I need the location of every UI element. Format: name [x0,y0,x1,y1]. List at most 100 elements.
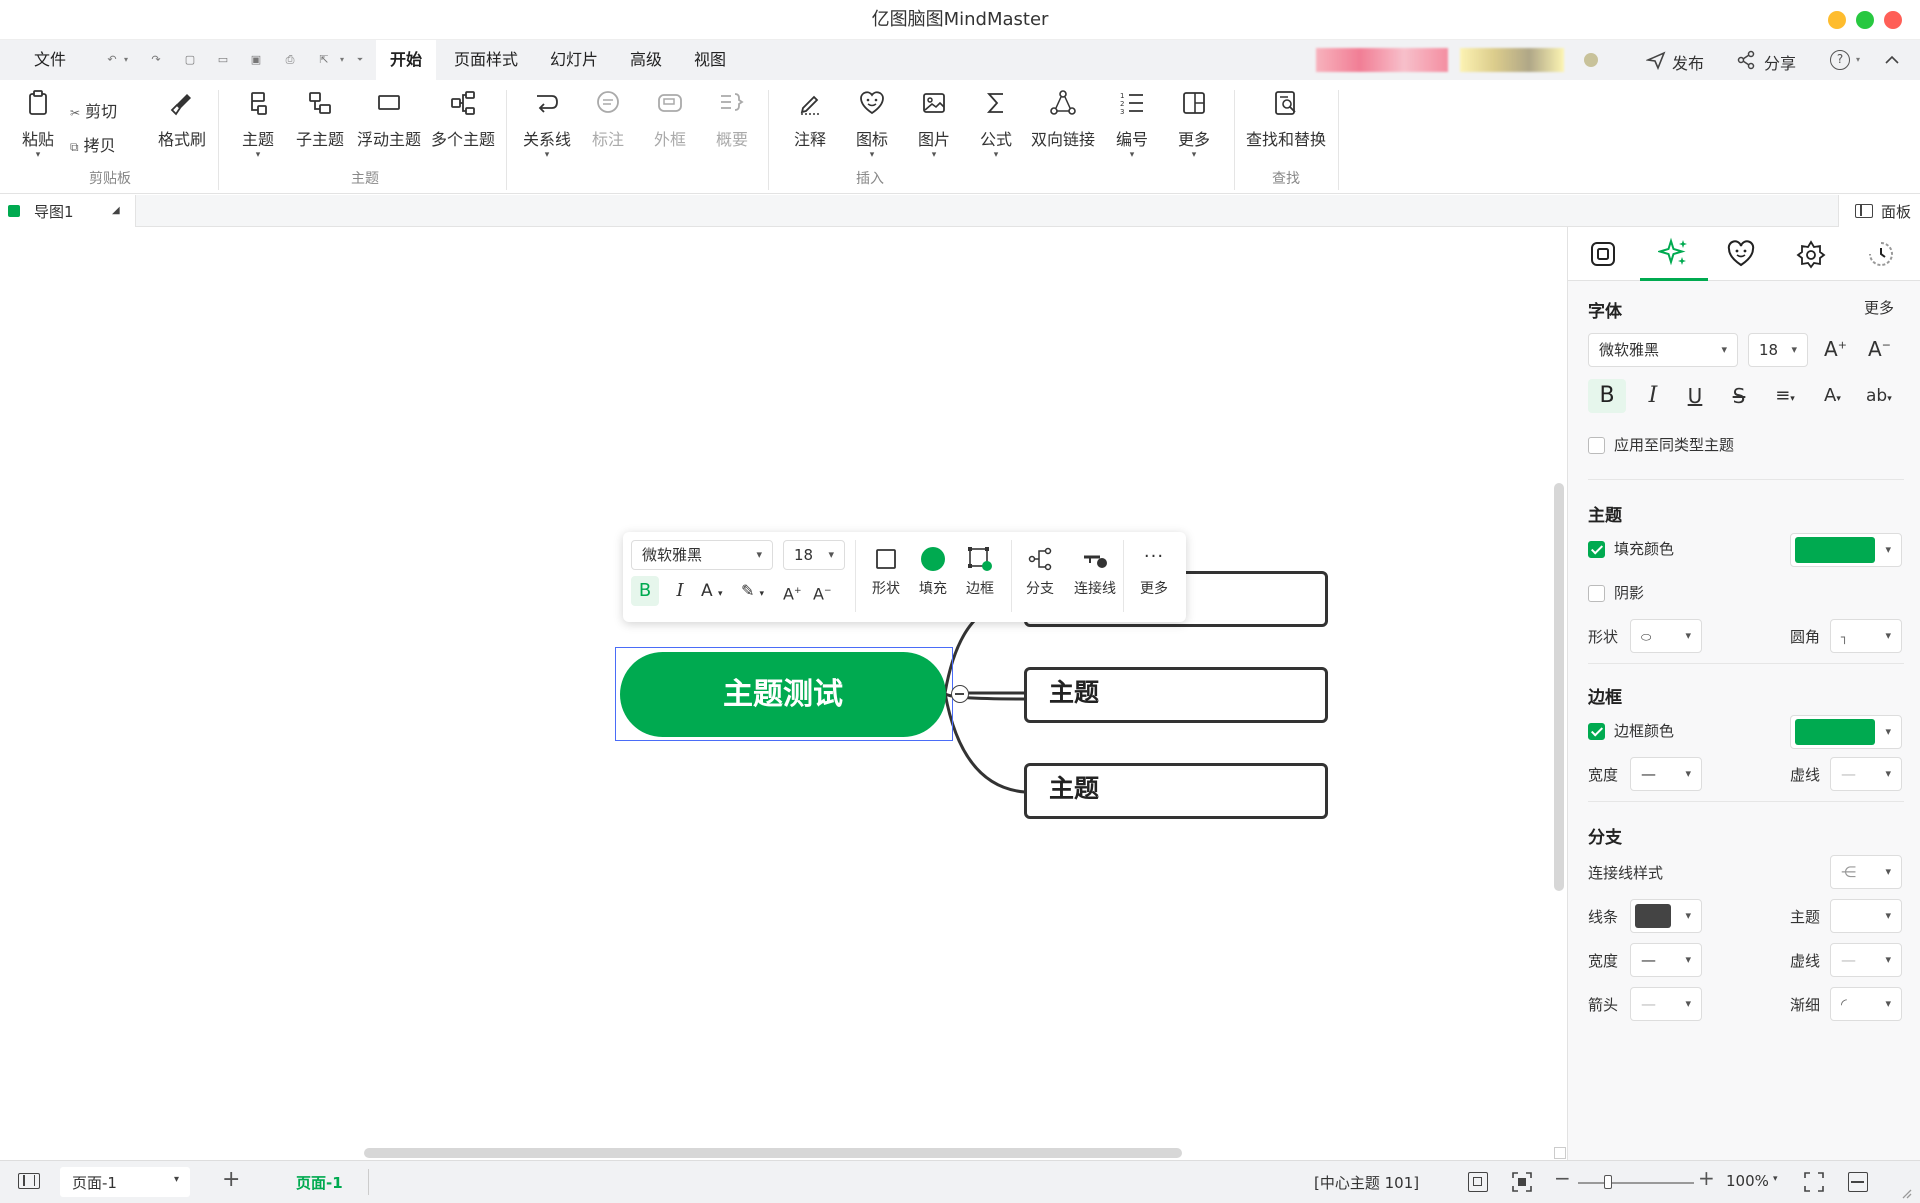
italic-button[interactable]: I [1638,379,1668,413]
customize-toolbar-icon[interactable]: ⏷ [352,52,368,68]
open-folder-icon[interactable]: ▭ [215,52,231,68]
numbering-button[interactable]: 123 编号 ▾ [1112,88,1152,160]
page-selector[interactable]: 页面-1 ▾ [60,1167,190,1197]
font-size-select[interactable]: 18 ▾ [1748,333,1808,367]
horizontal-scrollbar[interactable] [364,1148,1182,1158]
border-dash-select[interactable]: — ▾ [1830,757,1902,791]
note-button[interactable]: 注释 [790,88,830,150]
increase-font-button[interactable]: A+ [1824,337,1847,361]
relation-dropdown-icon[interactable]: ▾ [522,150,572,160]
format-painter-button[interactable]: 格式刷 [154,88,210,150]
coin-icon[interactable] [1584,53,1598,67]
presentation-icon[interactable] [1848,1172,1868,1192]
apply-same-checkbox[interactable] [1588,437,1605,454]
line-color-picker[interactable]: ▾ [1630,899,1702,933]
panel-tab-icon[interactable] [1726,239,1756,269]
summary-button[interactable]: 概要 [712,88,752,150]
export-icon[interactable]: ⇱ [316,52,332,68]
zoom-level[interactable]: 100% [1726,1172,1769,1190]
collapse-branch-button[interactable] [951,685,969,703]
image-button[interactable]: 图片 ▾ [914,88,954,160]
copy-button[interactable]: ⧉ 拷贝 [70,132,130,156]
arrow-select[interactable]: — ▾ [1630,987,1702,1021]
font-more-link[interactable]: 更多 [1864,297,1894,318]
align-button[interactable]: ≡▾ [1766,379,1804,413]
page-tab-active[interactable]: 页面-1 [296,1172,343,1193]
help-icon[interactable]: ? [1830,50,1850,70]
formula-dropdown-icon[interactable]: ▾ [976,150,1016,160]
icon-dropdown-icon[interactable]: ▾ [852,150,892,160]
tab-advanced[interactable]: 高级 [620,40,672,80]
bold-button[interactable]: B [1588,379,1626,413]
help-dropdown-icon[interactable]: ▾ [1850,52,1866,68]
tab-dropdown-icon[interactable]: ◢ [112,205,120,216]
share-button[interactable]: 分享 [1764,50,1796,74]
branch-dash-select[interactable]: — ▾ [1830,943,1902,977]
close-button[interactable] [1884,11,1902,29]
branch-width-select[interactable]: — ▾ [1630,943,1702,977]
boundary-button[interactable]: 外框 [650,88,690,150]
float-size-select[interactable]: 18 ▾ [783,540,845,570]
panel-tab-history-icon[interactable] [1866,239,1896,269]
multi-topic-button[interactable]: 多个主题 [430,88,496,150]
corner-select[interactable]: ┐ ▾ [1830,619,1902,653]
float-fill-button[interactable]: 填充 [911,546,955,598]
float-more-button[interactable]: ··· 更多 [1131,546,1177,598]
new-file-icon[interactable]: ▢ [182,52,198,68]
collapse-ribbon-icon[interactable] [1882,50,1902,70]
float-border-button[interactable]: 边框 [957,546,1003,598]
find-replace-button[interactable]: 查找和替换 [1246,88,1326,150]
border-color-picker[interactable]: ▾ [1790,715,1902,749]
minimize-button[interactable] [1828,11,1846,29]
topic-button[interactable]: 主题 ▾ [238,88,278,160]
underline-button[interactable]: U [1680,379,1710,413]
text-case-button[interactable]: ab▾ [1866,379,1906,413]
float-shape-button[interactable]: 形状 [863,546,909,598]
border-width-select[interactable]: — ▾ [1630,757,1702,791]
floating-topic-button[interactable]: 浮动主题 [356,88,422,150]
panel-tab-style[interactable] [1640,227,1708,281]
float-increase-font-button[interactable]: A+ [783,576,807,606]
float-decrease-font-button[interactable]: A− [813,576,837,606]
publish-button[interactable]: 发布 [1672,50,1704,74]
border-color-checkbox[interactable] [1588,723,1605,740]
float-font-select[interactable]: 微软雅黑 ▾ [631,540,773,570]
float-font-color-button[interactable]: A ▾ [701,576,737,606]
strikethrough-button[interactable]: S [1724,379,1754,413]
relation-line-button[interactable]: 关系线 ▾ [522,88,572,160]
mindmap-canvas[interactable]: 主题测试 主题 主题 微软雅黑▾ 18▾ B I A ▾ ✎ ▾ A+ A− [0,227,1567,1160]
zoom-out-button[interactable]: − [1554,1166,1571,1190]
shadow-checkbox[interactable] [1588,585,1605,602]
subtopic-box[interactable]: 主题 [1024,763,1328,819]
text-color-button[interactable]: A▾ [1824,379,1858,413]
icon-insert-button[interactable]: 图标 ▾ [852,88,892,160]
image-dropdown-icon[interactable]: ▾ [914,150,954,160]
fullscreen-icon[interactable] [1804,1172,1824,1192]
float-branch-button[interactable]: 分支 [1017,546,1063,598]
menu-file[interactable]: 文件 [24,40,76,80]
subtopic-button[interactable]: 子主题 [294,88,346,150]
float-bold-button[interactable]: B [631,576,659,606]
more-dropdown-icon[interactable]: ▾ [1174,150,1214,160]
redo-icon[interactable]: ↷ [148,52,164,68]
add-page-button[interactable]: + [222,1167,240,1192]
central-topic[interactable]: 主题测试 [620,652,946,737]
fill-color-picker[interactable]: ▾ [1790,533,1902,567]
font-family-select[interactable]: 微软雅黑 ▾ [1588,333,1738,367]
panel-tab-theme-icon[interactable] [1796,239,1826,269]
document-tab[interactable]: 导图1 ◢ [0,195,136,227]
bilink-button[interactable]: 双向链接 [1030,88,1096,150]
undo-dropdown-icon[interactable]: ▾ [118,52,134,68]
share-icon[interactable] [1736,50,1756,70]
paste-dropdown-icon[interactable]: ▾ [18,150,58,160]
publish-icon[interactable] [1646,50,1666,70]
fit-selection-icon[interactable] [1512,1172,1532,1192]
branch-topic-select[interactable]: ▾ [1830,899,1902,933]
panel-tab-page-icon[interactable] [1588,239,1618,269]
zoom-slider-handle[interactable] [1604,1175,1612,1189]
page-list-toggle-icon[interactable] [18,1173,40,1189]
float-connector-button[interactable]: 连接线 [1067,546,1123,598]
float-italic-button[interactable]: I [667,576,693,606]
paste-button[interactable]: 粘贴 ▾ [18,88,58,160]
taper-select[interactable]: ◜ ▾ [1830,987,1902,1021]
